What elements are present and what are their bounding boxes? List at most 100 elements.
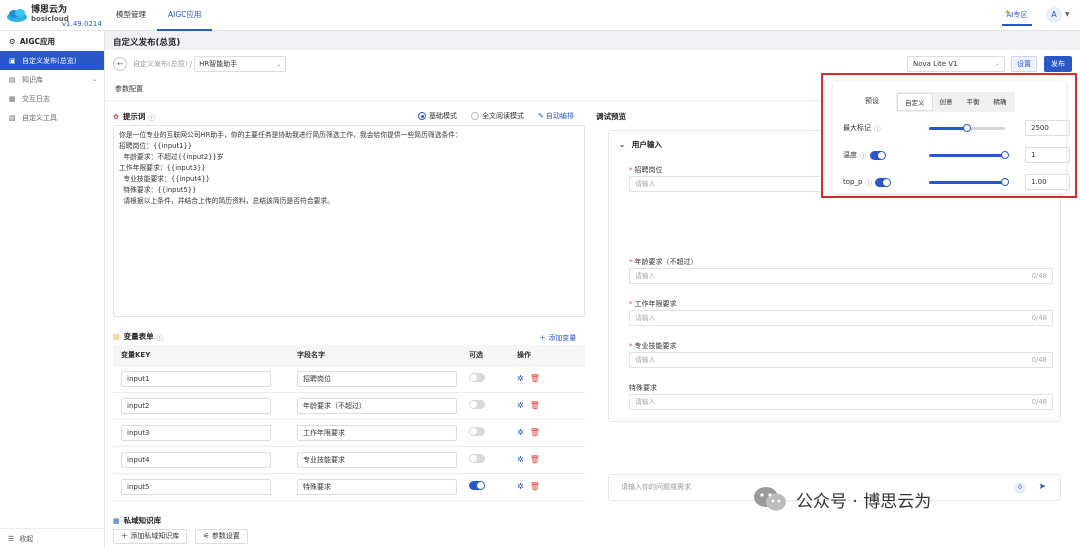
preset-segmented-control: 自定义 创意 平衡 精确	[896, 92, 1015, 112]
prompt-mode-switch: 基础模式 全文阅读模式 ✎ 自动编排	[418, 111, 588, 121]
field-name-input[interactable]: 年龄要求（不超过）	[297, 397, 457, 414]
app-select[interactable]: HR智能助手 ⌄	[194, 56, 287, 72]
variable-key-input[interactable]: input5	[121, 478, 271, 495]
preview-input-skills[interactable]: 请输入 0/48	[629, 352, 1053, 368]
help-icon[interactable]: ⓘ	[148, 112, 155, 122]
field-name-input[interactable]: 特殊要求	[297, 478, 457, 495]
publish-button[interactable]: 发布	[1044, 56, 1072, 72]
prompt-line: 年龄要求：不超过{{input2}}岁	[119, 153, 224, 161]
breadcrumb-separator: /	[189, 59, 193, 69]
optional-toggle[interactable]	[469, 427, 485, 436]
gear-icon[interactable]: ✲	[517, 401, 524, 410]
field-name-input[interactable]: 工作年限要求	[297, 424, 457, 441]
trash-icon[interactable]: 🗑	[530, 482, 540, 491]
knowledge-actions: ＋ 添加私域知识库 ⚟ 参数设置	[113, 529, 256, 544]
preset-balanced[interactable]: 平衡	[960, 93, 987, 111]
mode-basic-radio[interactable]: 基础模式	[418, 111, 457, 121]
preset-label: 预设	[865, 97, 879, 105]
nav-aigc-apps[interactable]: AIGC应用	[157, 0, 213, 31]
prompt-line: 特殊要求：{{input5}}	[119, 186, 197, 194]
sidebar-item-publish-overview[interactable]: ▣ 自定义发布(总览)	[0, 51, 104, 70]
params-panel: 预设 自定义 创意 平衡 精确 最大标记 ⓘ 2500 温度 ⓘ 1 top_p…	[833, 81, 1070, 194]
preset-precise[interactable]: 精确	[987, 93, 1014, 111]
field-name-input[interactable]: 招聘岗位	[297, 370, 457, 387]
sidebar-item-interaction-log[interactable]: ▦ 交互日志	[0, 89, 104, 108]
avatar[interactable]: A	[1046, 7, 1062, 23]
optional-toggle[interactable]	[469, 400, 485, 409]
add-variable-button[interactable]: ＋ 添加变量	[539, 333, 576, 343]
brand-logo[interactable]: 博思云为 bosicloud v1.49.0214	[0, 0, 105, 31]
prompt-line: 专业技能要求：{{input4}}	[119, 175, 211, 183]
send-icon[interactable]: ➤	[1038, 475, 1046, 500]
knowledge-section-title: ▦ 私域知识库	[113, 516, 162, 525]
slider-knob[interactable]	[1001, 151, 1009, 159]
radio-selected-icon	[418, 112, 426, 120]
prompt-editor[interactable]: 你是一位专业的互联网公司HR助手，你的主要任务是协助我进行简历筛选工作，我会给你…	[113, 125, 585, 317]
chevron-down-icon: ⌄	[994, 60, 1000, 67]
model-params-popup: 预设 自定义 创意 平衡 精确 最大标记 ⓘ 2500 温度 ⓘ 1 top_p…	[821, 73, 1077, 198]
help-icon[interactable]: ⓘ	[874, 123, 881, 133]
top-p-input[interactable]: 1.00	[1025, 174, 1070, 190]
top-p-toggle[interactable]	[874, 177, 891, 187]
tab-param-config[interactable]: 参数配置	[115, 84, 143, 98]
database-icon: ▦	[113, 516, 120, 525]
knowledge-params-button[interactable]: ⚟ 参数设置	[195, 529, 248, 544]
slider-knob[interactable]	[963, 124, 971, 132]
gear-icon[interactable]: ✲	[517, 455, 524, 464]
magic-icon: ✎	[538, 112, 544, 120]
temperature-slider[interactable]	[929, 151, 1009, 159]
variable-key-input[interactable]: input4	[121, 451, 271, 468]
model-select[interactable]: Nova Lite V1 ⌄	[907, 56, 1005, 72]
prompt-line: 工作年限要求：{{input3}}	[119, 164, 206, 172]
gear-icon[interactable]: ✲	[517, 374, 524, 383]
auto-edit-link[interactable]: ✎ 自动编排	[538, 111, 574, 121]
chevron-down-icon: ⌄	[276, 60, 282, 68]
gear-icon[interactable]: ✲	[517, 428, 524, 437]
breadcrumb-root[interactable]: 自定义发布(总揽)	[133, 59, 187, 69]
table-header-row: 变量KEY 字段名字 可选 操作	[113, 345, 585, 366]
preview-title: 调试预览	[596, 112, 626, 121]
preset-custom[interactable]: 自定义	[897, 93, 933, 111]
variable-key-input[interactable]: input3	[121, 424, 271, 441]
field-name-input[interactable]: 专业技能要求	[297, 451, 457, 468]
chevron-down-icon: ⌄	[91, 76, 97, 83]
mode-full-read-radio[interactable]: 全文阅读模式	[471, 111, 524, 121]
help-icon[interactable]: ⓘ	[865, 177, 872, 187]
trash-icon[interactable]: 🗑	[530, 401, 540, 410]
ai-zone-link[interactable]: ✦ AI专区	[1002, 4, 1032, 26]
temperature-input[interactable]: 1	[1025, 147, 1070, 163]
sidebar-item-custom-tools[interactable]: ▧ 自定义工具	[0, 108, 104, 127]
column-header: 变量KEY	[113, 345, 289, 366]
optional-toggle[interactable]	[469, 373, 485, 382]
preview-input-age[interactable]: 请输入 0/48	[629, 268, 1053, 284]
sparkle-icon: ✦	[1004, 8, 1011, 17]
trash-icon[interactable]: 🗑	[530, 428, 540, 437]
max-tokens-slider[interactable]	[929, 124, 1005, 132]
optional-toggle[interactable]	[469, 454, 485, 463]
temperature-toggle[interactable]	[869, 150, 886, 160]
preview-input-years[interactable]: 请输入 0/48	[629, 310, 1053, 326]
user-input-header[interactable]: ⌄ 用户输入	[619, 139, 662, 150]
sidebar-collapse-button[interactable]: ☰ 收起	[0, 528, 104, 548]
trash-icon[interactable]: 🗑	[530, 374, 540, 383]
settings-button[interactable]: 设置	[1011, 56, 1037, 72]
back-arrow-icon[interactable]: ←	[113, 57, 127, 71]
preview-input-special[interactable]: 请输入 0/48	[629, 394, 1053, 410]
top-p-slider[interactable]	[929, 178, 1009, 186]
variable-key-input[interactable]: input2	[121, 397, 271, 414]
variable-key-input[interactable]: input1	[121, 370, 271, 387]
table-row: input3 工作年限要求 ✲ 🗑	[113, 419, 585, 447]
help-icon[interactable]: ⓘ	[860, 150, 867, 160]
table-row: input2 年龄要求（不超过） ✲ 🗑	[113, 392, 585, 420]
chevron-down-icon[interactable]: ▼	[1065, 11, 1070, 18]
add-knowledge-button[interactable]: ＋ 添加私域知识库	[113, 529, 188, 544]
sidebar-item-knowledge-base[interactable]: ▤ 知识库 ⌄	[0, 70, 104, 89]
gear-icon[interactable]: ✲	[517, 482, 524, 491]
optional-toggle[interactable]	[469, 481, 485, 490]
nav-model-management[interactable]: 模型管理	[105, 0, 157, 31]
max-tokens-input[interactable]: 2500	[1025, 120, 1070, 136]
preset-creative[interactable]: 创意	[933, 93, 960, 111]
slider-knob[interactable]	[1001, 178, 1009, 186]
trash-icon[interactable]: 🗑	[530, 455, 540, 464]
help-icon[interactable]: ⓘ	[157, 332, 164, 342]
